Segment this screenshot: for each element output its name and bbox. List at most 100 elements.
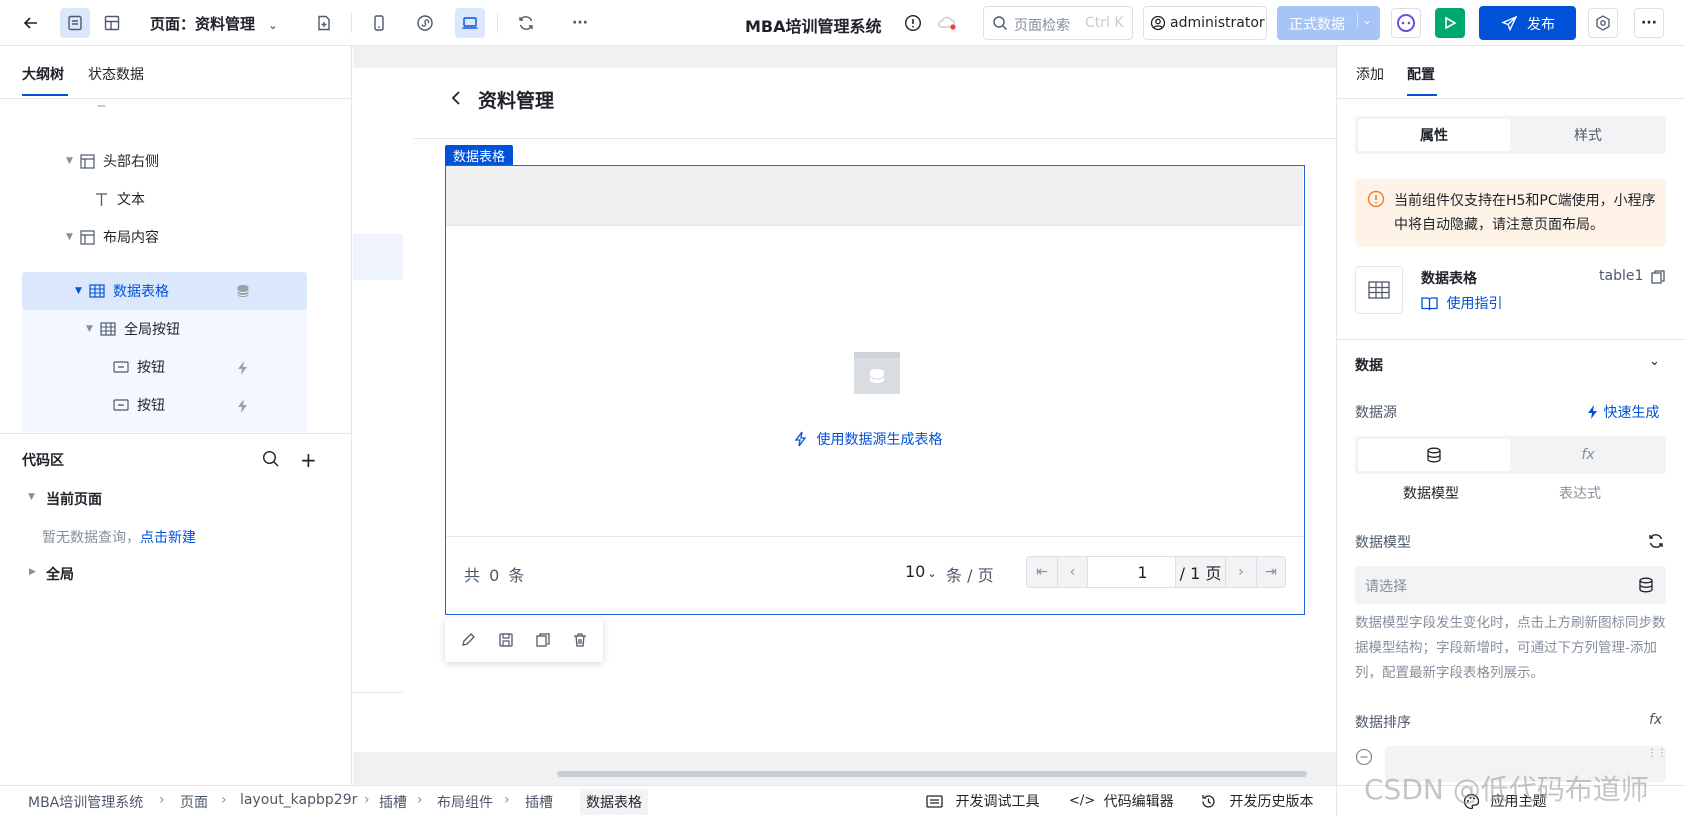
- miniprogram-view-icon[interactable]: [410, 8, 440, 38]
- component-actions-toolbar: [445, 618, 603, 662]
- page-search-input[interactable]: 页面检索 Ctrl K: [983, 6, 1133, 40]
- breadcrumb-item[interactable]: 插槽: [525, 792, 553, 812]
- src-expr-label: 表达式: [1559, 486, 1601, 502]
- function-icon[interactable]: fx: [1512, 439, 1664, 471]
- caret-down-icon[interactable]: ▼: [28, 492, 35, 502]
- tab-add[interactable]: 添加: [1356, 64, 1384, 84]
- last-page-icon[interactable]: ⇥: [1256, 557, 1285, 587]
- user-menu[interactable]: administrator: [1143, 6, 1267, 40]
- layout-icon: [80, 153, 95, 169]
- code-editor-button[interactable]: </> 代码编辑器: [1069, 791, 1174, 811]
- copy-icon[interactable]: [535, 632, 551, 648]
- pc-view-icon[interactable]: [455, 8, 485, 38]
- page-selector-label: 页面：资料管理: [150, 15, 256, 33]
- refresh-icon[interactable]: [1647, 532, 1665, 550]
- add-page-icon[interactable]: [309, 8, 339, 38]
- right-panel: 添加 配置 属性 样式 当前组件仅支持在H5和PC端使用，小程序中将自动隐藏，请…: [1336, 46, 1685, 785]
- chevron-left-icon[interactable]: [450, 90, 462, 106]
- add-query-icon[interactable]: +: [300, 448, 317, 472]
- global-group[interactable]: 全局: [46, 564, 74, 584]
- first-page-icon[interactable]: ⇤: [1027, 557, 1057, 587]
- more-icon[interactable]: ···: [565, 8, 595, 38]
- prev-page-icon[interactable]: ‹: [1057, 557, 1087, 587]
- seg-style[interactable]: 样式: [1512, 119, 1664, 151]
- top-toolbar: 页面：资料管理 ⌄ ··· MBA培训管理系统 页面检索 Ctrl K admi…: [0, 0, 1685, 46]
- guide-link[interactable]: 使用指引: [1421, 293, 1502, 313]
- breadcrumb-current: 数据表格: [580, 789, 648, 815]
- page-preview: 资料管理 数据表格 使用数据源生成表格 共 0 条 10 ⌄ 条 / 页 ⇤ ‹ …: [414, 68, 1336, 752]
- empty-query-hint: 暂无数据查询，点击新建: [42, 527, 196, 547]
- create-query-link[interactable]: 点击新建: [140, 530, 196, 546]
- history-label: 开发历史版本: [1229, 794, 1314, 810]
- data-table-component[interactable]: 使用数据源生成表格 共 0 条 10 ⌄ 条 / 页 ⇤ ‹ 1 / 1 页 › …: [445, 165, 1305, 615]
- remove-sort-icon[interactable]: [1355, 748, 1373, 766]
- database-icon: [1638, 577, 1654, 593]
- lightning-icon: [236, 398, 250, 414]
- props-style-segment: 属性 样式: [1355, 116, 1666, 154]
- src-model-label: 数据模型: [1403, 486, 1459, 502]
- page-list-icon[interactable]: [60, 8, 90, 38]
- warning-icon: [1367, 190, 1385, 208]
- total-number: 0: [489, 566, 500, 585]
- component-name: 数据表格: [1421, 271, 1477, 287]
- breadcrumb-item[interactable]: 插槽: [379, 792, 407, 812]
- mobile-view-icon[interactable]: [364, 8, 394, 38]
- next-page-icon[interactable]: ›: [1225, 557, 1256, 587]
- layout-panel-icon[interactable]: [97, 8, 127, 38]
- history-button[interactable]: 开发历史版本: [1200, 791, 1313, 811]
- tree-item-data-table[interactable]: ▼ 数据表格: [75, 272, 169, 310]
- watermark: CSDN @低代码布道师: [1364, 773, 1649, 806]
- env-selector[interactable]: 正式数据 ⌄: [1277, 6, 1380, 40]
- back-arrow-icon[interactable]: [16, 8, 46, 38]
- refresh-icon[interactable]: [511, 8, 541, 38]
- quick-generate-link[interactable]: 快速生成: [1586, 402, 1659, 422]
- tree-item-button-1[interactable]: 按钮: [113, 348, 165, 386]
- tree-item-layout-content[interactable]: ▼ 布局内容: [66, 218, 159, 256]
- info-icon[interactable]: [904, 14, 922, 32]
- generate-table-link[interactable]: 使用数据源生成表格: [794, 429, 942, 449]
- terminal-icon: [926, 794, 943, 809]
- function-icon[interactable]: fx: [1649, 712, 1662, 728]
- tab-config[interactable]: 配置: [1407, 64, 1435, 84]
- chevron-right-icon: ›: [159, 792, 165, 808]
- drag-handle-icon[interactable]: ⋮⋮: [1647, 749, 1667, 759]
- run-button[interactable]: [1435, 8, 1465, 38]
- guide-label: 使用指引: [1446, 296, 1503, 312]
- tree-item-header-right[interactable]: ▼ 头部右侧: [66, 142, 159, 180]
- debug-tool-label: 开发调试工具: [955, 794, 1040, 810]
- edit-icon[interactable]: [460, 632, 476, 648]
- model-help-text: 数据模型字段发生变化时，点击上方刷新图标同步数据模型结构；字段新增时，可通过下方…: [1355, 615, 1666, 681]
- database-icon[interactable]: [1358, 439, 1510, 471]
- chevron-down-icon[interactable]: ⌄: [1649, 354, 1660, 369]
- breadcrumb-item[interactable]: 布局组件: [437, 792, 493, 812]
- publish-button[interactable]: 发布: [1479, 6, 1576, 40]
- canvas-scrollbar[interactable]: [557, 771, 1307, 777]
- caret-right-icon[interactable]: ▶: [29, 567, 36, 577]
- tree-item-label: 头部右侧: [103, 154, 159, 170]
- lightning-icon: [1586, 404, 1599, 420]
- breadcrumb-item[interactable]: layout_kapbp29r: [240, 792, 357, 808]
- tree-item-label: 全局按钮: [124, 322, 180, 338]
- user-icon: [1150, 15, 1166, 31]
- debug-tool-button[interactable]: 开发调试工具: [926, 791, 1039, 811]
- breadcrumb-item[interactable]: MBA培训管理系统: [28, 792, 143, 812]
- delete-icon[interactable]: [572, 632, 588, 648]
- tab-state-data[interactable]: 状态数据: [88, 64, 144, 84]
- ai-assistant-icon[interactable]: [1391, 8, 1421, 38]
- copy-icon[interactable]: [1650, 269, 1666, 285]
- breadcrumb-item[interactable]: 页面: [180, 792, 208, 812]
- seg-properties[interactable]: 属性: [1358, 119, 1510, 151]
- page-size-select[interactable]: 10 ⌄: [905, 562, 937, 581]
- tab-outline[interactable]: 大纲树: [22, 64, 64, 84]
- cloud-status-icon: [936, 14, 958, 32]
- page-selector[interactable]: 页面：资料管理 ⌄: [150, 13, 277, 34]
- tree-item-text[interactable]: 文本: [94, 180, 145, 218]
- more-menu-icon[interactable]: ···: [1634, 8, 1664, 38]
- settings-icon[interactable]: [1588, 8, 1618, 38]
- tree-item-global-buttons[interactable]: ▼ 全局按钮: [86, 310, 180, 348]
- search-icon[interactable]: [262, 450, 280, 468]
- save-icon[interactable]: [498, 632, 514, 648]
- model-select[interactable]: 请选择: [1355, 566, 1666, 604]
- current-page-group[interactable]: 当前页面: [46, 489, 102, 509]
- tree-item-button-2[interactable]: 按钮: [113, 386, 165, 424]
